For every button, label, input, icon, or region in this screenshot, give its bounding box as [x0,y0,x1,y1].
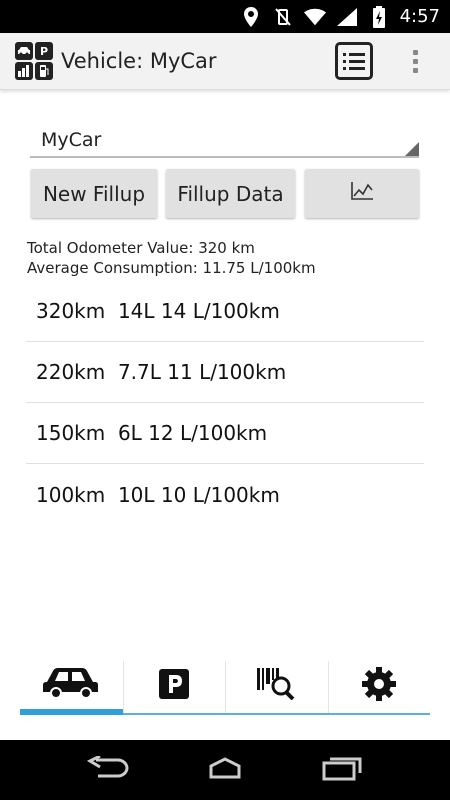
average-consumption-text: Average Consumption: 11.75 L/100km [27,259,316,277]
bottom-tab-bar [20,659,430,715]
location-icon [240,6,262,28]
total-odometer-text: Total Odometer Value: 320 km [27,239,255,257]
vehicle-selector[interactable]: MyCar [30,124,419,158]
list-item[interactable]: 150km 6L 12 L/100km [26,403,424,464]
page-title: Vehicle: MyCar [61,49,217,73]
vehicle-selector-value: MyCar [41,129,102,151]
fillup-text: 150km 6L 12 L/100km [36,421,268,445]
car-icon [43,666,99,702]
status-bar: 4:57 [0,0,450,33]
back-icon[interactable] [86,754,130,784]
gear-icon [361,666,397,706]
fillup-text: 100km 10L 10 L/100km [36,482,280,507]
new-fillup-button[interactable]: New Fillup [31,169,157,218]
fuel-logo-quadrant [35,62,53,80]
signal-icon [336,6,358,28]
tab-barcode-search[interactable] [225,659,328,715]
tab-settings[interactable] [327,659,430,715]
wifi-icon [303,6,326,28]
fillup-text: 320km 14L 14 L/100km [36,299,280,323]
parking-icon [158,669,189,703]
action-bar: P Vehicle: MyCar [0,33,450,90]
list-item[interactable]: 220km 7.7L 11 L/100km [26,342,424,403]
tab-vehicle[interactable] [20,659,123,715]
fillup-data-button[interactable]: Fillup Data [166,169,295,218]
recents-icon[interactable] [320,755,364,785]
app-logo-icon[interactable]: P [15,42,53,80]
consumption-summary: Total Odometer Value: 320 km Average Con… [27,238,316,278]
chart-logo-quadrant [15,62,33,80]
list-item[interactable]: 100km 10L 10 L/100km [26,464,424,525]
chart-button[interactable] [305,169,419,218]
fillup-text: 220km 7.7L 11 L/100km [36,360,287,384]
fillup-list: 320km 14L 14 L/100km 220km 7.7L 11 L/100… [26,281,424,525]
vibrate-off-icon [272,6,294,28]
battery-charging-icon [368,5,390,28]
list-view-button[interactable] [335,42,373,80]
overflow-menu-icon[interactable] [411,49,419,73]
parking-logo-quadrant: P [35,42,53,60]
home-icon[interactable] [201,757,249,783]
line-chart-icon [350,181,374,206]
dropdown-arrow-icon [405,142,419,156]
status-time: 4:57 [399,6,440,27]
system-nav-bar [0,740,450,800]
barcode-search-icon [257,668,295,704]
tab-parking[interactable] [122,659,225,715]
car-logo-quadrant [15,42,33,60]
list-item[interactable]: 320km 14L 14 L/100km [26,281,424,342]
